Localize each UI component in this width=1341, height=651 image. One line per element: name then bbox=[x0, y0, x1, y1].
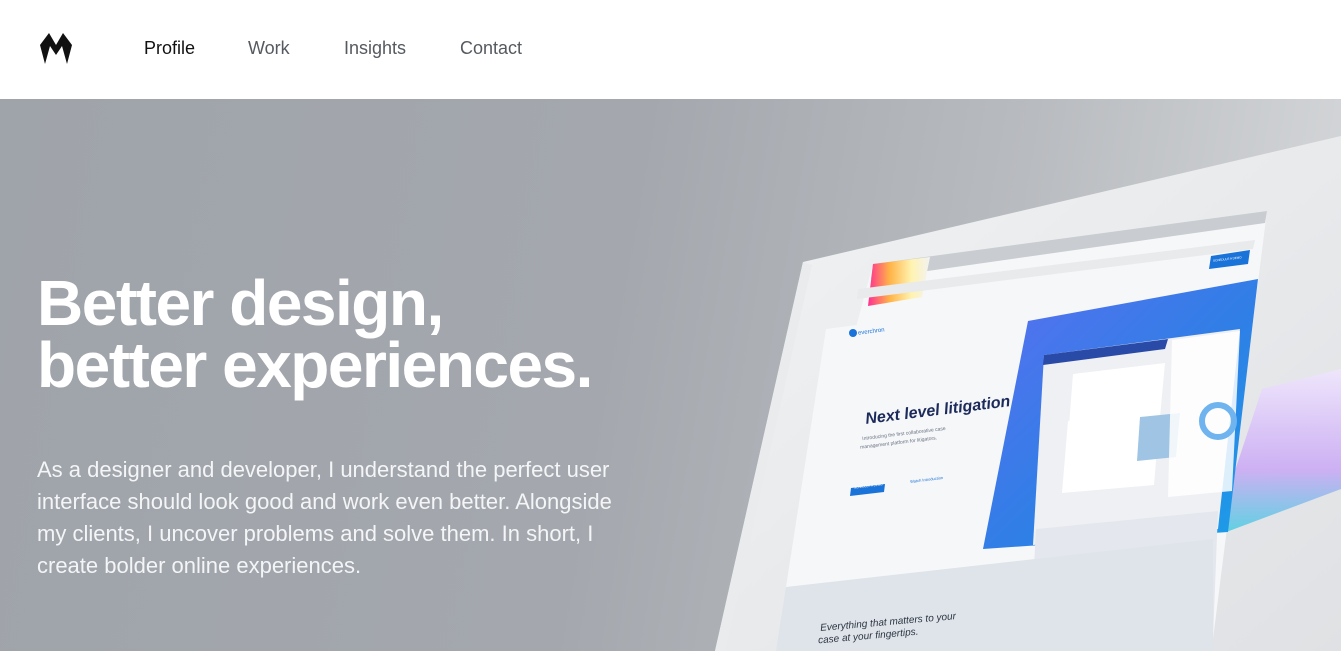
hero-headline: Better design, better experiences. bbox=[37, 267, 593, 401]
nav-link-profile[interactable]: Profile bbox=[144, 38, 195, 59]
hero-description: As a designer and developer, I understan… bbox=[37, 457, 612, 578]
nav-link-contact[interactable]: Contact bbox=[460, 38, 522, 59]
hero-headline-line2: better experiences. bbox=[37, 329, 593, 401]
top-navigation: Profile Work Insights Contact bbox=[0, 0, 1341, 99]
nav-link-work[interactable]: Work bbox=[248, 38, 290, 59]
nav-link-insights[interactable]: Insights bbox=[344, 38, 406, 59]
hero-section: Better design, better experiences. As a … bbox=[0, 99, 1341, 651]
brand-logo-icon[interactable] bbox=[40, 31, 72, 65]
hero-headline-line1: Better design, bbox=[37, 267, 444, 339]
